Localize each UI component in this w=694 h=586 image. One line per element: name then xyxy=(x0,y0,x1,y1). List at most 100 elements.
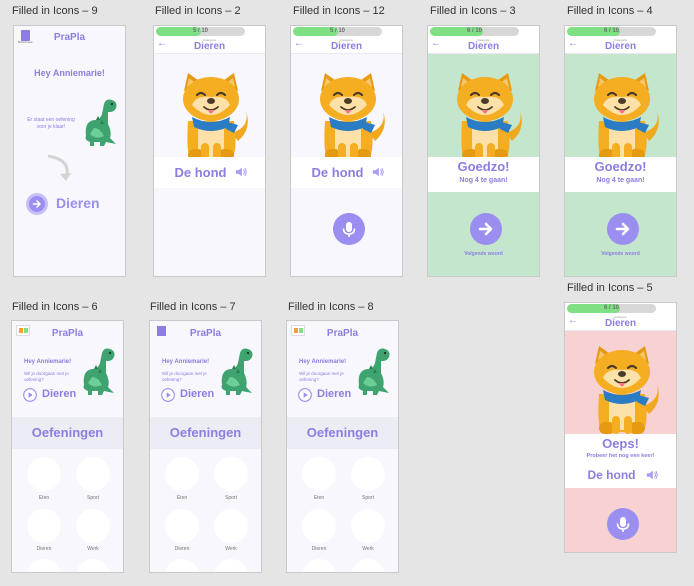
tile-label: Werk xyxy=(87,546,99,552)
frame-label: Filled in Icons – 4 xyxy=(567,5,653,17)
frame-home-exercises-2: PraPla Hey Anniemarie! Wil je doorgaan m… xyxy=(149,320,262,573)
question: Wil je doorgaan met je oefening? xyxy=(162,371,207,382)
frame-wrong: 6 / 10 ← Categorie Dieren Oeps! Probeer … xyxy=(564,302,677,553)
progress-text: 6 / 10 xyxy=(466,28,482,34)
tile-label: Werk xyxy=(225,546,237,552)
next-button[interactable] xyxy=(470,213,502,245)
exercises-title: Oefeningen xyxy=(31,425,104,440)
dog-image xyxy=(305,71,391,163)
tile-sport[interactable] xyxy=(351,457,385,491)
feedback-subtitle: Probeer het nog een keer! xyxy=(586,453,655,459)
tile-label: Sport xyxy=(225,495,237,501)
tile-label: Dieren xyxy=(311,546,327,552)
greeting: Hey Anniemarie! xyxy=(34,68,105,78)
feedback-band: Goedzo! Nog 4 te gaan! xyxy=(428,157,539,192)
arrow-right-icon xyxy=(476,219,496,239)
frame-label: Filled in Icons – 7 xyxy=(150,301,236,313)
tile[interactable] xyxy=(27,559,61,572)
tile-eten[interactable] xyxy=(27,457,61,491)
tile-dieren[interactable] xyxy=(302,509,336,543)
speech-text: Er staat een oefening voor je klaar! xyxy=(27,117,75,130)
app-title: PraPla xyxy=(326,328,359,339)
tile-dieren[interactable] xyxy=(27,509,61,543)
tile[interactable] xyxy=(76,559,110,572)
frame-label: Filled in Icons – 9 xyxy=(12,5,98,17)
frame-home-exercises: PraPla Hey Anniemarie! Wil je doorgaan m… xyxy=(11,320,124,573)
frame-label: Filled in Icons – 8 xyxy=(288,301,374,313)
category-link[interactable]: Dieren xyxy=(180,388,214,400)
exercises-title: Oefeningen xyxy=(306,425,379,440)
start-button[interactable] xyxy=(26,193,48,215)
progress-bar: 6 / 10 xyxy=(567,27,656,36)
play-icon[interactable] xyxy=(161,388,175,402)
progress-text: 5 / 10 xyxy=(192,28,208,34)
frame-label: Filled in Icons – 6 xyxy=(12,301,98,313)
category-link[interactable]: Dieren xyxy=(317,388,351,400)
tile-label: Eten xyxy=(38,495,50,501)
arrow-right-icon xyxy=(613,219,633,239)
tile-eten[interactable] xyxy=(302,457,336,491)
exercises-header: Oefeningen xyxy=(150,417,261,449)
play-icon[interactable] xyxy=(23,388,37,402)
feedback-subtitle: Nog 4 te gaan! xyxy=(596,177,645,184)
play-icon[interactable] xyxy=(298,388,312,402)
tile-label: Dieren xyxy=(36,546,52,552)
category-title: Dieren xyxy=(330,41,363,52)
feedback-title: Oeps! xyxy=(602,436,639,451)
dinosaur-icon xyxy=(78,347,122,397)
next-label[interactable]: Volgende woord xyxy=(565,251,676,257)
dog-image xyxy=(579,344,665,436)
frame-correct-2: 6 / 10 ← Categorie Dieren Goedzo! Nog 4 … xyxy=(564,25,677,277)
progress-bar: 6 / 10 xyxy=(430,27,519,36)
app-title: PraPla xyxy=(53,32,86,43)
top-bar: 5 / 10 ← Categorie Dieren xyxy=(154,26,265,54)
microphone-button[interactable] xyxy=(333,213,365,245)
top-bar: 6 / 10 ← Categorie Dieren xyxy=(565,303,676,331)
top-bar: 6 / 10 ← Categorie Dieren xyxy=(428,26,539,54)
speaker-icon[interactable] xyxy=(645,469,659,481)
tile[interactable] xyxy=(214,559,248,572)
speaker-icon[interactable] xyxy=(234,166,248,178)
tile-eten[interactable] xyxy=(165,457,199,491)
top-bar: 6 / 10 ← Categorie Dieren xyxy=(565,26,676,54)
word-band: De hond xyxy=(154,157,265,188)
frame-home-greeting: Bibliotheek PraPla Hey Anniemarie! Er st… xyxy=(13,25,126,277)
tile-dieren[interactable] xyxy=(165,509,199,543)
frame-label: Filled in Icons – 2 xyxy=(155,5,241,17)
tile-label: Sport xyxy=(87,495,99,501)
tile[interactable] xyxy=(165,559,199,572)
next-label[interactable]: Volgende woord xyxy=(428,251,539,257)
feedback-subtitle: Nog 4 te gaan! xyxy=(459,177,508,184)
progress-text: 5 / 10 xyxy=(329,28,345,34)
tile-werk[interactable] xyxy=(76,509,110,543)
tile-sport[interactable] xyxy=(76,457,110,491)
microphone-icon xyxy=(339,219,359,239)
next-button[interactable] xyxy=(607,213,639,245)
progress-text: 6 / 10 xyxy=(603,28,619,34)
tile-werk[interactable] xyxy=(351,509,385,543)
greeting: Hey Anniemarie! xyxy=(299,359,347,365)
dog-image xyxy=(168,71,254,163)
microphone-button[interactable] xyxy=(607,508,639,540)
top-bar: 5 / 10 ← Categorie Dieren xyxy=(291,26,402,54)
tile[interactable] xyxy=(351,559,385,572)
tile-werk[interactable] xyxy=(214,509,248,543)
word-band: De hond xyxy=(291,157,402,188)
category-title: Dieren xyxy=(467,41,500,52)
arrow-right-icon xyxy=(31,198,43,210)
frame-correct: 6 / 10 ← Categorie Dieren Goedzo! Nog 4 … xyxy=(427,25,540,277)
feedback-title: Goedzo! xyxy=(594,159,647,174)
category-link[interactable]: Dieren xyxy=(56,195,100,211)
frame-home-exercises-3: PraPla Hey Anniemarie! Wil je doorgaan m… xyxy=(286,320,399,573)
progress-bar: 6 / 10 xyxy=(567,304,656,313)
category-link[interactable]: Dieren xyxy=(42,388,76,400)
frame-label: Filled in Icons – 3 xyxy=(430,5,516,17)
speaker-icon[interactable] xyxy=(371,166,385,178)
exercises-header: Oefeningen xyxy=(287,417,398,449)
category-title: Dieren xyxy=(193,41,226,52)
tile-sport[interactable] xyxy=(214,457,248,491)
app-title: PraPla xyxy=(189,328,222,339)
tile[interactable] xyxy=(302,559,336,572)
frame-label: Filled in Icons – 12 xyxy=(293,5,385,17)
tile-label: Eten xyxy=(313,495,325,501)
